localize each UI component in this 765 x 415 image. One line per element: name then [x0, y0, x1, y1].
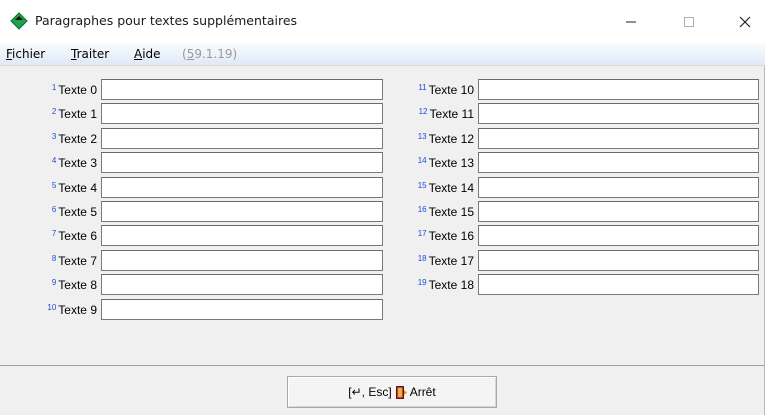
menu-bar: Fichier Traiter Aide (59.1.19): [0, 44, 765, 66]
stop-label: Arrêt: [409, 385, 436, 399]
text-field[interactable]: [478, 103, 759, 124]
field-number: 10: [47, 303, 57, 312]
field-number: 18: [417, 254, 427, 263]
menu-aide-accel: A: [134, 47, 143, 61]
version-number: 9.1.19: [194, 47, 233, 61]
field-label-box: 16 Texte 15: [0, 202, 474, 224]
field-label-box: 19 Texte 18: [0, 275, 474, 297]
field-label-text: Texte 18: [428, 278, 474, 292]
field-number: 16: [417, 205, 427, 214]
maximize-button[interactable]: [666, 0, 712, 44]
window-title: Paragraphes pour textes supplémentaires: [35, 13, 298, 28]
field-label: 15 Texte 14: [418, 181, 474, 195]
text-field[interactable]: [478, 177, 759, 198]
field-label-text: Texte 11: [429, 107, 474, 121]
field-number: 17: [417, 229, 427, 238]
close-icon: [739, 16, 751, 28]
minimize-button[interactable]: [608, 0, 654, 44]
field-number: 11: [418, 83, 427, 92]
field-label: 10 Texte 9: [47, 303, 97, 317]
field-label-box: 13 Texte 12: [0, 129, 474, 151]
field-label-text: Texte 13: [428, 156, 474, 170]
field-label-box: 14 Texte 13: [0, 153, 474, 175]
menu-traiter-label: raiter: [76, 47, 110, 61]
field-label-box: 11 Texte 10: [0, 80, 474, 102]
maximize-icon: [684, 17, 694, 27]
stop-button[interactable]: [↵, Esc] Arrêt: [287, 376, 497, 408]
field-label-box: 12 Texte 11: [0, 104, 474, 126]
menu-aide-label: ide: [142, 47, 161, 61]
green-diamond-app-icon: [10, 12, 28, 30]
text-field[interactable]: [478, 250, 759, 271]
footer-divider: [0, 365, 765, 366]
menu-fichier[interactable]: Fichier: [6, 47, 45, 61]
minimize-icon: [626, 21, 636, 23]
field-label: 14 Texte 13: [418, 156, 474, 170]
menu-aide[interactable]: Aide: [134, 47, 161, 61]
title-bar[interactable]: Paragraphes pour textes supplémentaires: [0, 0, 765, 44]
menu-traiter[interactable]: Traiter: [71, 47, 109, 61]
field-number: 12: [418, 107, 428, 116]
field-number: 13: [417, 132, 427, 141]
field-label: 13 Texte 12: [418, 132, 474, 146]
version-label: (59.1.19): [182, 47, 237, 61]
field-number: 19: [417, 278, 427, 287]
field-number: 15: [417, 181, 427, 190]
field-label: 17 Texte 16: [418, 229, 474, 243]
field-label-text: Texte 17: [428, 254, 474, 268]
field-label-text: Texte 14: [428, 181, 474, 195]
text-field[interactable]: [101, 299, 383, 320]
field-label-box: 15 Texte 14: [0, 178, 474, 200]
close-button[interactable]: [722, 0, 765, 44]
text-field[interactable]: [478, 225, 759, 246]
field-number: 14: [417, 156, 427, 165]
field-label: 12 Texte 11: [419, 107, 474, 121]
text-field[interactable]: [478, 201, 759, 222]
exit-door-icon: [395, 385, 407, 399]
field-label-text: Texte 15: [428, 205, 474, 219]
field-label-text: Texte 9: [58, 303, 97, 317]
stop-shortcut: [↵, Esc]: [348, 385, 392, 399]
field-label-box: 17 Texte 16: [0, 226, 474, 248]
field-label-text: Texte 16: [428, 229, 474, 243]
field-label-text: Texte 12: [428, 132, 474, 146]
field-label-box: 18 Texte 17: [0, 251, 474, 273]
text-field[interactable]: [478, 152, 759, 173]
menu-fichier-label: ichier: [12, 47, 46, 61]
field-label: 11 Texte 10: [418, 83, 474, 97]
field-label: 19 Texte 18: [418, 278, 474, 292]
field-label: 16 Texte 15: [418, 205, 474, 219]
field-label-box: 10 Texte 9: [0, 300, 97, 322]
field-label-text: Texte 10: [428, 83, 474, 97]
text-field[interactable]: [478, 79, 759, 100]
text-field[interactable]: [478, 274, 759, 295]
field-label: 18 Texte 17: [418, 254, 474, 268]
text-field[interactable]: [478, 128, 759, 149]
app-window: Paragraphes pour textes supplémentaires …: [0, 0, 765, 415]
version-suffix: ): [232, 47, 238, 61]
